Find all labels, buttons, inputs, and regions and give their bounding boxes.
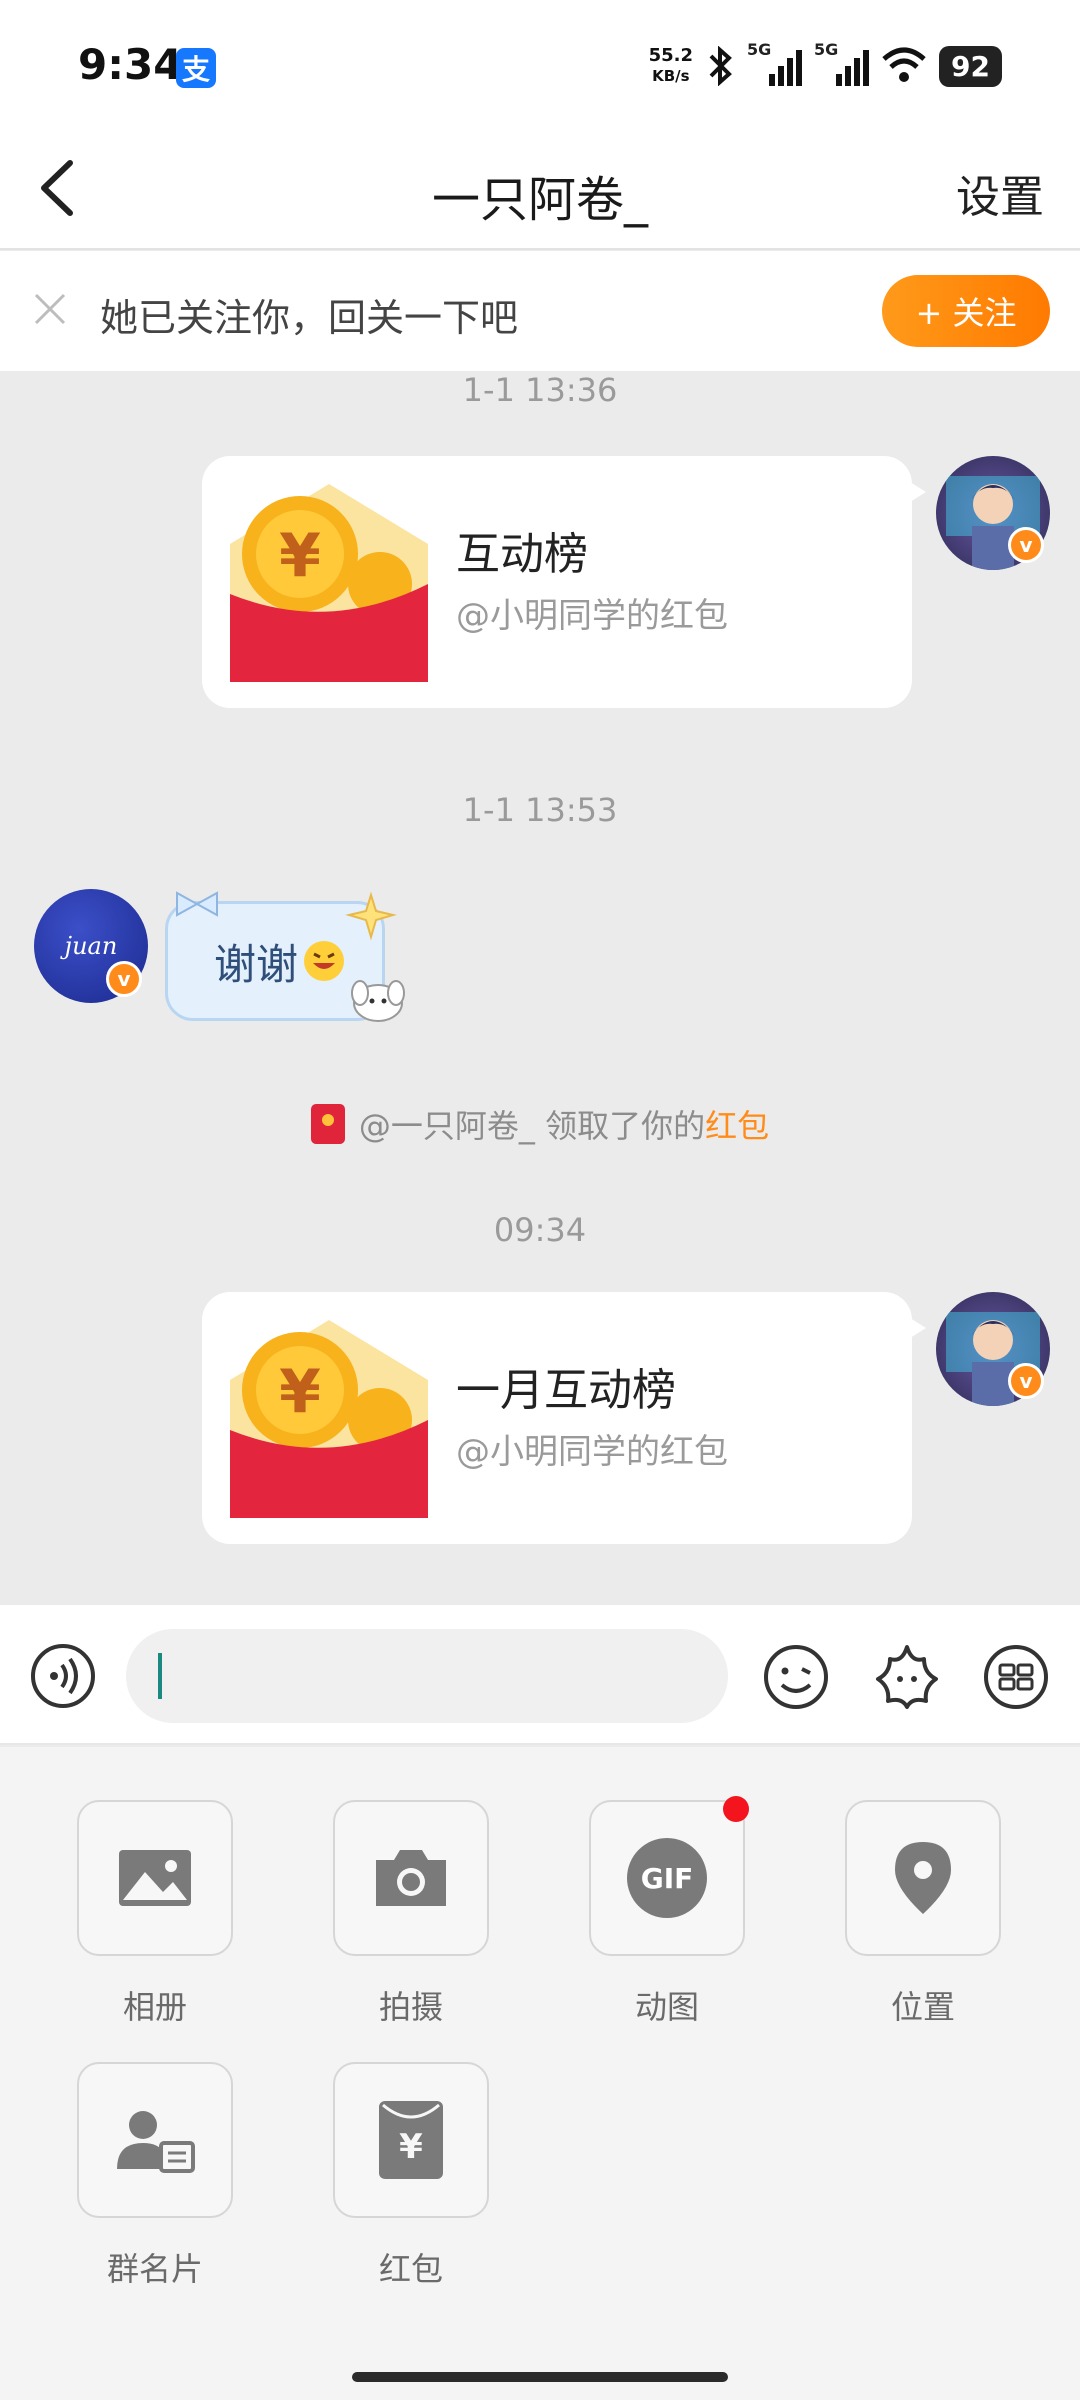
cartoon-dog-sticker-icon: [351, 980, 405, 1022]
red-packet-title: 互动榜: [456, 529, 588, 580]
tool-label: 拍摄: [378, 1988, 443, 2026]
function-panel: 相册 拍摄 GIF 动图 位置 群名片 ¥ 红包: [0, 1747, 1080, 2400]
sparkle-sticker-icon: [345, 891, 397, 941]
tool-label: 动图: [634, 1988, 699, 2026]
network-speed: 55.2 KB/s: [648, 45, 694, 86]
tool-group-card[interactable]: 群名片: [75, 2062, 235, 2290]
message-input-bar: [0, 1605, 1080, 1745]
chat-header: 一只阿卷_ 设置: [0, 125, 1080, 250]
chat-messages[interactable]: 1-1 13:36 ¥ 互动榜 @小明同学的红包 v 1-1 13:53 jua…: [0, 371, 1080, 1605]
tool-label: 相册: [122, 1988, 187, 2026]
gif-icon: GIF: [627, 1838, 707, 1918]
red-packet-icon: ¥: [230, 484, 428, 682]
red-packet-card[interactable]: ¥ 互动榜 @小明同学的红包: [202, 456, 926, 708]
svg-text:¥: ¥: [279, 521, 321, 591]
status-bar: 9:34 支 55.2 KB/s 5G 5G 92: [0, 0, 1080, 125]
camera-icon: [376, 1850, 446, 1906]
red-packet-link[interactable]: 红包: [705, 1107, 769, 1145]
group-card-icon: [117, 2111, 195, 2173]
close-icon[interactable]: [28, 287, 72, 331]
follow-banner-text: 她已关注你，回关一下吧: [100, 296, 519, 340]
mini-red-packet-icon: [310, 1104, 345, 1144]
home-indicator[interactable]: [352, 2372, 728, 2382]
signal-sim2-icon: 5G: [814, 40, 870, 86]
bluetooth-icon: [709, 46, 732, 86]
verified-badge-icon: v: [1008, 1363, 1044, 1399]
status-icons: 55.2 KB/s 5G 5G 92: [649, 40, 1002, 92]
signal-sim1-icon: 5G: [747, 40, 803, 86]
red-packet-subtitle: @小明同学的红包: [456, 1432, 728, 1472]
red-packet-title: 一月互动榜: [456, 1365, 676, 1416]
status-time: 9:34: [78, 40, 183, 89]
text-caret: [158, 1653, 162, 1699]
battery-level: 92: [939, 45, 1002, 87]
new-badge-dot: [723, 1796, 749, 1822]
tool-album[interactable]: 相册: [75, 1800, 235, 2028]
tool-location[interactable]: 位置: [843, 1800, 1003, 2028]
red-packet-icon: ¥: [230, 1320, 428, 1518]
bow-sticker-icon: [176, 891, 218, 917]
page-title: 一只阿卷_: [431, 172, 648, 228]
red-packet-icon: ¥: [379, 2101, 443, 2179]
alipay-notification-icon: 支: [176, 48, 216, 88]
follow-back-banner: 她已关注你，回关一下吧 + 关注: [0, 251, 1080, 371]
sticker-star-icon[interactable]: [872, 1641, 942, 1711]
message-timestamp: 09:34: [493, 1211, 587, 1249]
verified-badge-icon: v: [106, 961, 142, 997]
tool-gif[interactable]: GIF 动图: [587, 1796, 749, 2028]
follow-button[interactable]: + 关注: [882, 275, 1050, 347]
voice-input-icon[interactable]: [30, 1643, 96, 1709]
tool-label: 红包: [378, 2250, 443, 2288]
red-packet-card[interactable]: ¥ 一月互动榜 @小明同学的红包: [202, 1292, 926, 1544]
emoji-icon[interactable]: [762, 1643, 830, 1711]
system-notice: @一只阿卷_ 领取了你的红包: [0, 1101, 1080, 1147]
message-timestamp: 1-1 13:36: [462, 371, 618, 409]
verified-badge-icon: v: [1008, 527, 1044, 563]
tool-label: 群名片: [106, 2250, 203, 2288]
settings-button[interactable]: 设置: [956, 161, 1044, 225]
message-input[interactable]: [126, 1629, 728, 1723]
tool-red-packet[interactable]: ¥ 红包: [331, 2062, 491, 2290]
svg-text:¥: ¥: [279, 1357, 321, 1427]
photo-album-icon: [119, 1850, 191, 1906]
grinning-emoji-icon: [304, 941, 345, 981]
red-packet-subtitle: @小明同学的红包: [456, 596, 728, 636]
wifi-icon: [882, 47, 926, 82]
tool-label: 位置: [890, 1988, 955, 2026]
location-pin-icon: [895, 1842, 951, 1914]
message-timestamp: 1-1 13:53: [462, 791, 618, 829]
tool-camera[interactable]: 拍摄: [331, 1800, 491, 2028]
more-functions-icon[interactable]: [982, 1643, 1050, 1711]
message-text: 谢谢: [214, 939, 299, 989]
